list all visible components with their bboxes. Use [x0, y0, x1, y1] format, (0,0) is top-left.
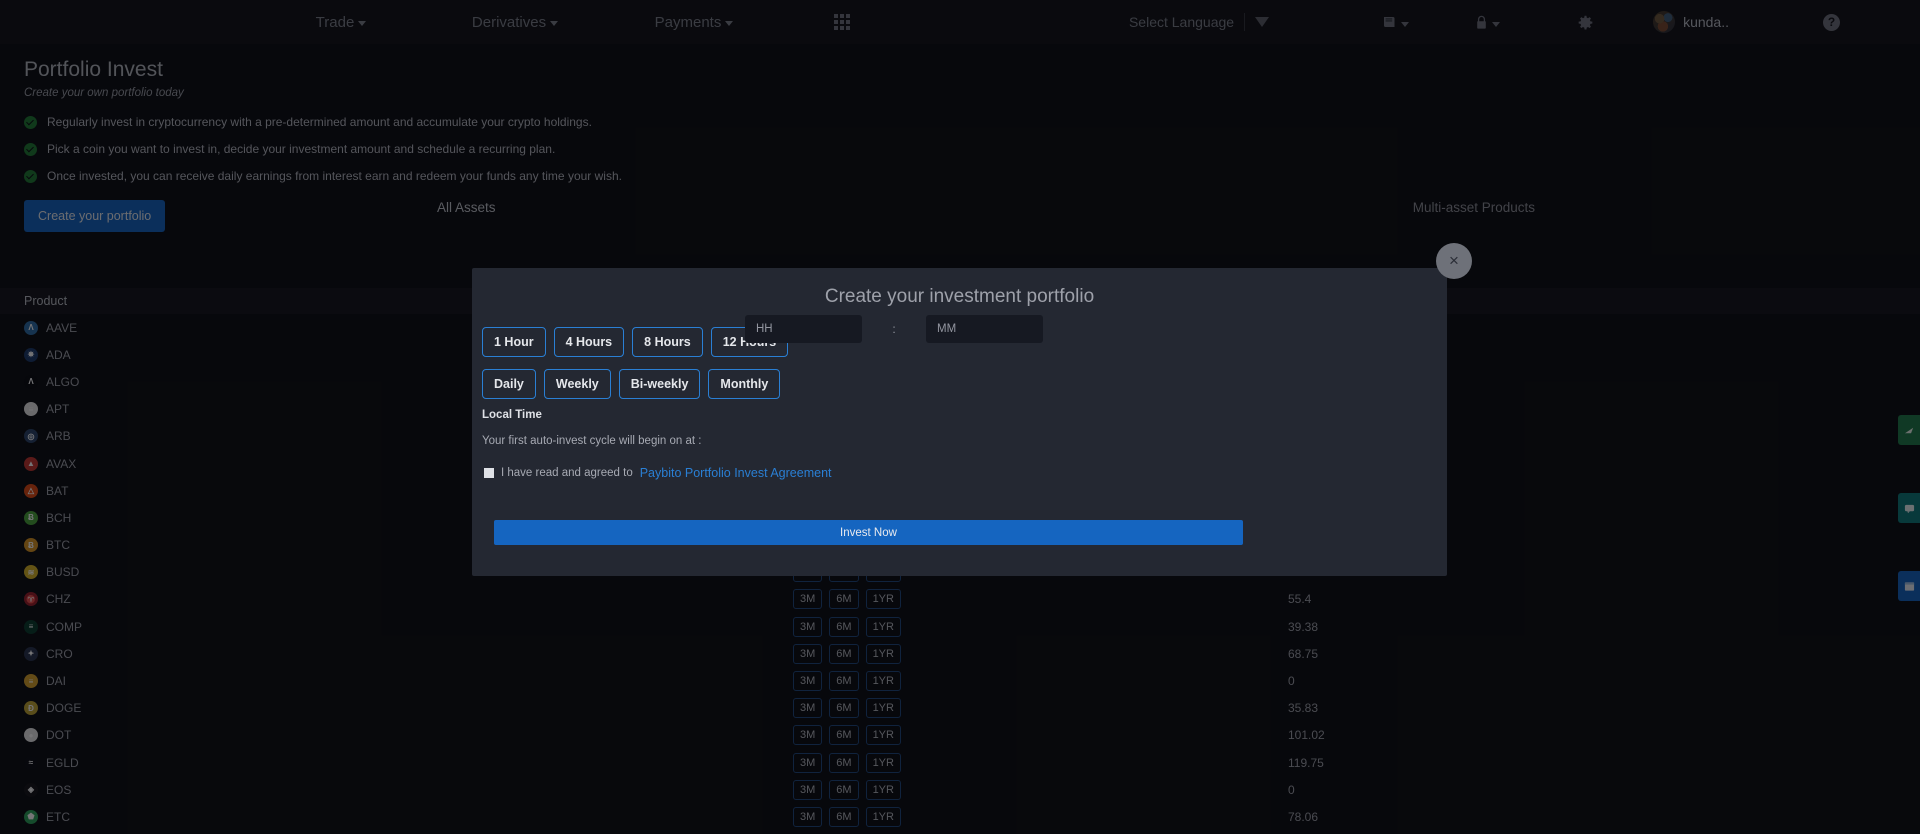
app-root: Trade Derivatives Payments Select Langua… [0, 0, 1920, 834]
frequency-button-bi-weekly[interactable]: Bi-weekly [619, 369, 701, 399]
modal-title: Create your investment portfolio [472, 268, 1447, 308]
frequency-button-monthly[interactable]: Monthly [708, 369, 780, 399]
frequency-button-weekly[interactable]: Weekly [544, 369, 611, 399]
frequency-button-1-hour[interactable]: 1 Hour [482, 327, 546, 357]
agreement-checkbox[interactable] [484, 468, 494, 478]
frequency-button-daily[interactable]: Daily [482, 369, 536, 399]
first-cycle-note: Your first auto-invest cycle will begin … [472, 421, 1447, 447]
invest-now-button[interactable]: Invest Now [494, 520, 1243, 545]
hour-input[interactable] [745, 315, 862, 343]
local-time-label: Local Time [472, 399, 1447, 421]
frequency-button-8-hours[interactable]: 8 Hours [632, 327, 703, 357]
time-separator: : [862, 322, 926, 336]
agreement-row: I have read and agreed to Paybito Portfo… [472, 447, 1447, 480]
agreement-link[interactable]: Paybito Portfolio Invest Agreement [640, 466, 832, 480]
create-portfolio-modal: × Create your investment portfolio 1 Hou… [472, 268, 1447, 576]
minute-input[interactable] [926, 315, 1043, 343]
frequency-button-4-hours[interactable]: 4 Hours [554, 327, 625, 357]
agreement-text: I have read and agreed to [501, 467, 633, 479]
close-icon[interactable]: × [1436, 243, 1472, 279]
frequency-days-group: Daily Weekly Bi-weeklyMonthly [472, 357, 1447, 399]
time-input-group: : [745, 315, 1043, 343]
